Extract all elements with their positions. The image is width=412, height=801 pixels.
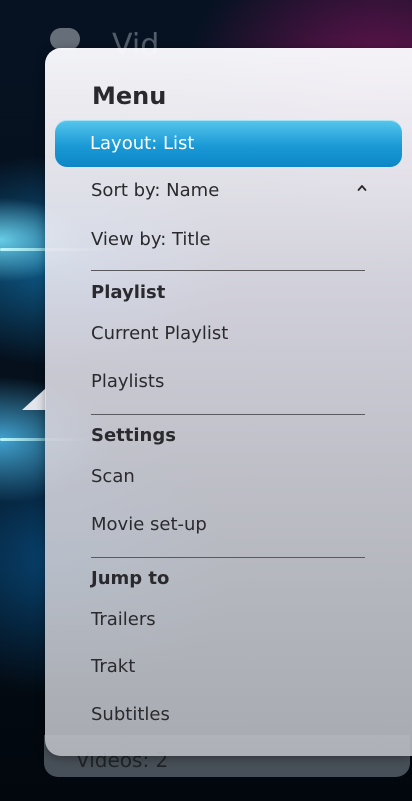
menu-item-layout[interactable]: Layout: List	[55, 120, 402, 167]
videos-icon	[50, 28, 80, 50]
menu-item-scan[interactable]: Scan	[91, 466, 135, 487]
divider	[91, 270, 365, 271]
chevron-up-icon[interactable]	[357, 183, 367, 193]
divider	[91, 414, 365, 415]
menu-title: Menu	[92, 82, 167, 110]
menu-item-movie-setup[interactable]: Movie set-up	[91, 514, 207, 535]
section-title-playlist: Playlist	[91, 282, 166, 303]
divider	[91, 557, 365, 558]
section-title-settings: Settings	[91, 425, 176, 446]
menu-item-view-by[interactable]: View by: Title	[91, 229, 211, 250]
menu-pointer	[22, 388, 46, 410]
menu-item-trailers[interactable]: Trailers	[91, 609, 156, 630]
menu-item-sort-by[interactable]: Sort by: Name	[91, 180, 219, 201]
section-title-jump-to: Jump to	[91, 568, 170, 589]
menu-item-label: Layout: List	[90, 133, 195, 154]
menu-item-trakt[interactable]: Trakt	[91, 656, 135, 677]
menu-item-current-playlist[interactable]: Current Playlist	[91, 323, 228, 344]
menu-item-subtitles[interactable]: Subtitles	[91, 704, 170, 725]
menu-item-playlists[interactable]: Playlists	[91, 371, 164, 392]
